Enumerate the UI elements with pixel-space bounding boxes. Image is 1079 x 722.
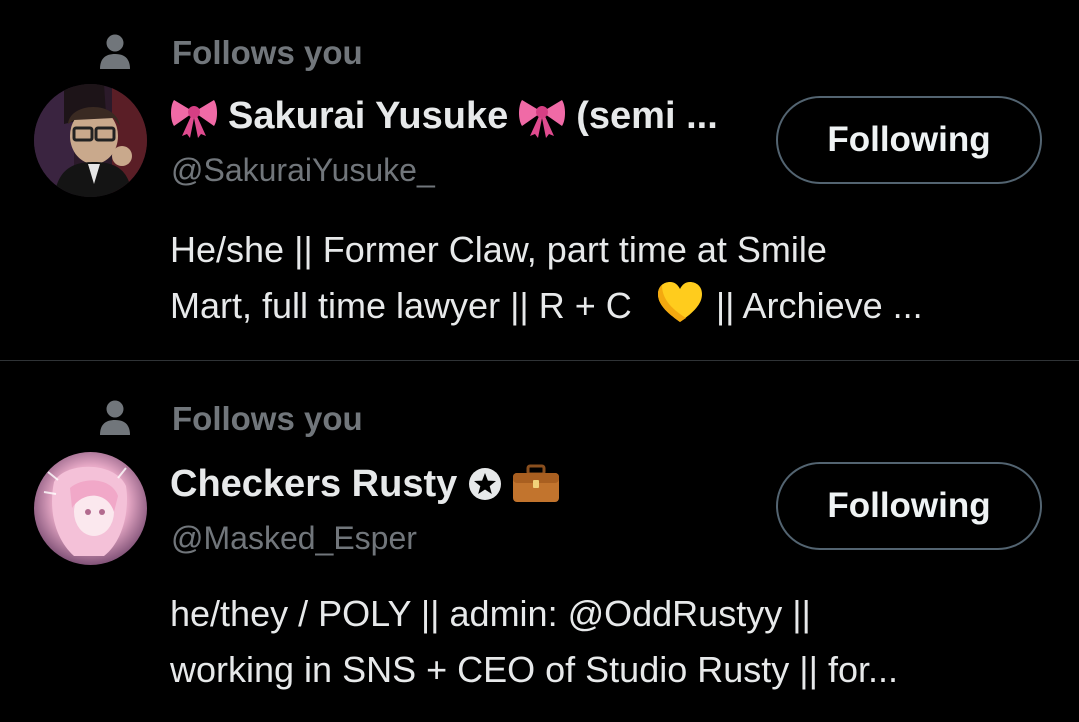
display-name: Sakurai Yusuke: [228, 94, 509, 137]
ribbon-bow-icon: [171, 100, 217, 138]
follows-you-row: Follows you: [94, 30, 363, 74]
user-handle[interactable]: @SakuraiYusuke_: [171, 152, 435, 189]
display-name-truncated: (semi ...: [576, 94, 718, 137]
yellow-heart-icon: [657, 282, 702, 322]
follows-you-label: Follows you: [172, 400, 363, 437]
divider: [0, 360, 1079, 361]
person-icon: [100, 400, 130, 435]
user-cell[interactable]: Follows you Sakurai Yusuke (semi ... @Sa…: [0, 0, 1079, 360]
ribbon-bow-icon: [519, 100, 566, 138]
display-name-row[interactable]: Checkers Rusty: [170, 458, 561, 510]
avatar[interactable]: [34, 84, 147, 197]
person-icon: [100, 34, 130, 69]
bio-line: Mart, full time lawyer || R + C || Archi…: [170, 278, 1050, 334]
briefcase-icon: [513, 464, 560, 502]
bio-line: working in SNS + CEO of Studio Rusty || …: [170, 649, 898, 690]
star-badge-icon: [469, 468, 502, 500]
display-name-row[interactable]: Sakurai Yusuke (semi ...: [170, 90, 718, 142]
follows-you-row: Follows you: [94, 396, 363, 440]
follows-you-label: Follows you: [172, 34, 363, 71]
bio-line: he/they / POLY || admin: @OddRustyy ||: [170, 593, 811, 634]
bio-line: He/she || Former Claw, part time at Smil…: [170, 229, 827, 270]
user-bio: he/they / POLY || admin: @OddRustyy || w…: [170, 586, 1050, 698]
bio-text: Mart, full time lawyer || R + C: [170, 285, 632, 326]
following-button[interactable]: Following: [776, 462, 1042, 550]
user-cell[interactable]: Follows you Checkers Rusty @Masked_Esper…: [0, 362, 1079, 722]
user-bio: He/she || Former Claw, part time at Smil…: [170, 222, 1050, 334]
avatar[interactable]: [34, 452, 147, 565]
display-name: Checkers Rusty: [170, 462, 458, 505]
user-handle[interactable]: @Masked_Esper: [171, 520, 417, 557]
bio-text: || Archieve ...: [715, 285, 923, 326]
following-button[interactable]: Following: [776, 96, 1042, 184]
